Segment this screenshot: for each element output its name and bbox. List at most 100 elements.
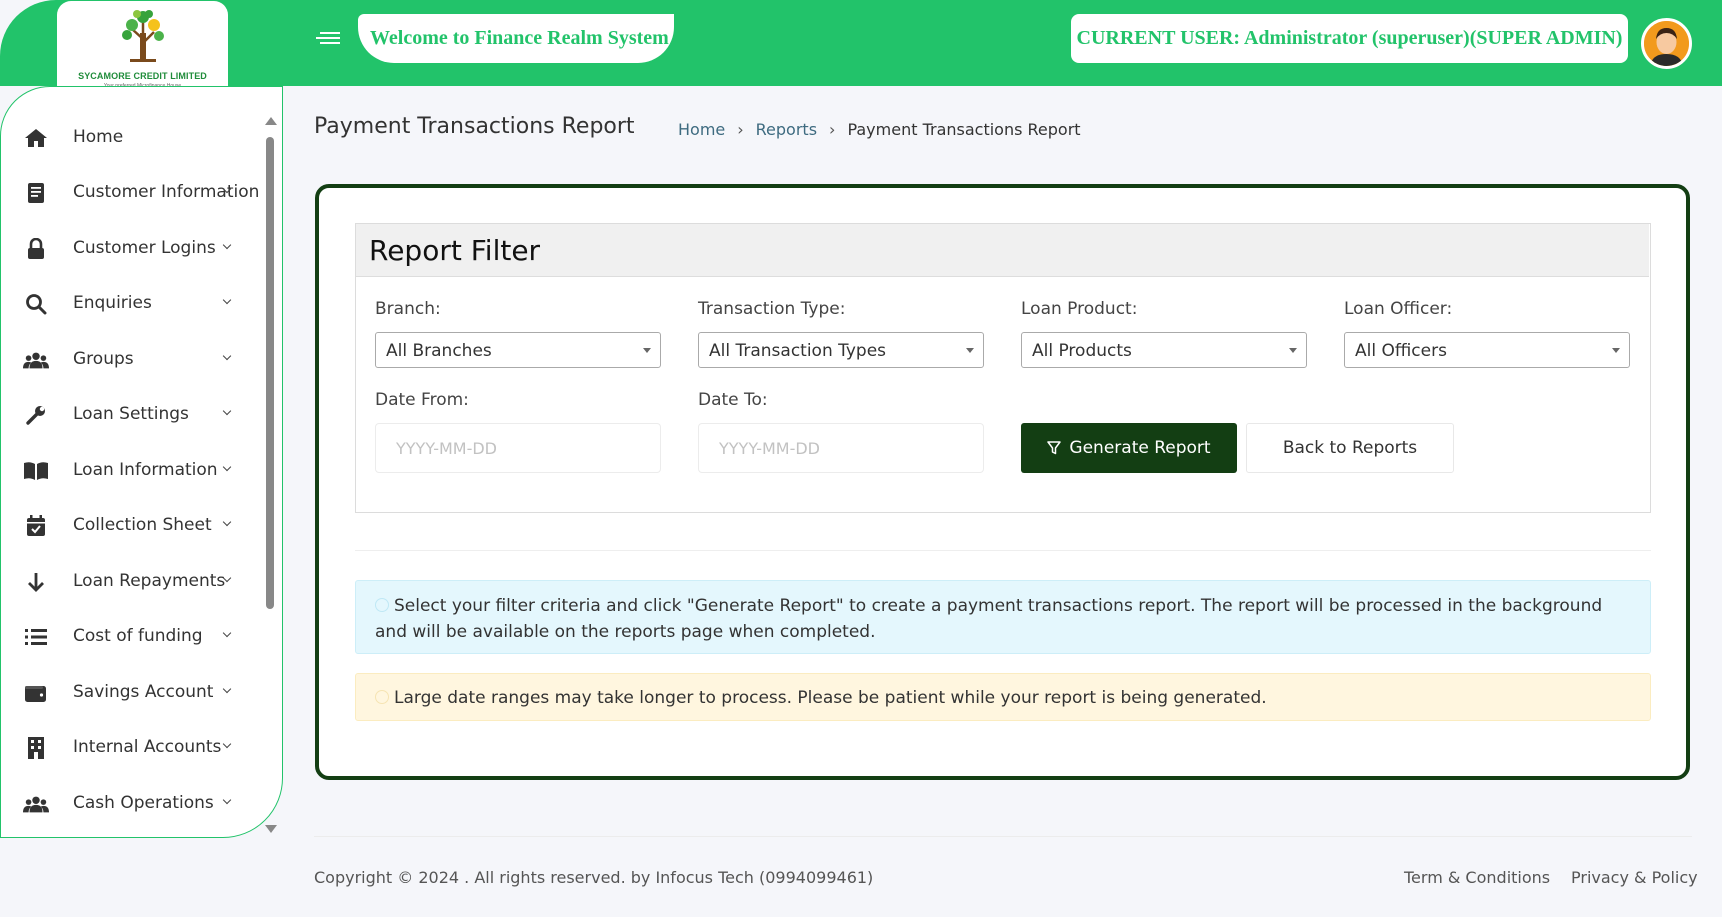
branch-select[interactable]: All Branches: [375, 332, 661, 368]
sidebar-item-internal-accounts[interactable]: Internal Accounts: [1, 723, 263, 773]
lock-icon: [23, 236, 49, 262]
footer-terms-link[interactable]: Term & Conditions: [1404, 868, 1550, 887]
sidebar-item-label: Loan Information: [73, 460, 218, 480]
chevron-down-icon: [221, 792, 235, 812]
chevron-down-icon: [221, 403, 235, 423]
chevron-down-icon: [221, 514, 235, 534]
breadcrumb-separator-icon: ›: [737, 120, 744, 139]
scroll-down-arrow-icon[interactable]: [265, 825, 277, 833]
loan-product-select[interactable]: All Products: [1021, 332, 1307, 368]
logo-company-name: SYCAMORE CREDIT LIMITED: [78, 71, 207, 81]
report-filter-title: Report Filter: [369, 234, 541, 267]
breadcrumb-reports[interactable]: Reports: [756, 120, 817, 139]
date-to-input[interactable]: [698, 423, 984, 473]
chevron-down-icon: [221, 181, 235, 201]
current-user-banner: CURRENT USER: Administrator (superuser)(…: [1071, 14, 1628, 63]
address-book-icon: [23, 180, 49, 206]
sidebar-item-collection-sheet[interactable]: Collection Sheet: [1, 501, 263, 551]
transaction-type-selected-value: All Transaction Types: [709, 341, 887, 361]
sidebar-item-savings-account[interactable]: Savings Account: [1, 668, 263, 718]
dropdown-caret-icon: [966, 348, 974, 353]
hamburger-icon[interactable]: [316, 29, 340, 53]
warning-alert: Large date ranges may take longer to pro…: [355, 673, 1651, 721]
warning-icon: [375, 690, 389, 704]
info-alert-text: Select your filter criteria and click "G…: [375, 596, 1603, 642]
building-icon: [23, 735, 49, 761]
user-avatar-icon[interactable]: [1641, 18, 1692, 69]
book-icon: [23, 458, 49, 484]
back-to-reports-button[interactable]: Back to Reports: [1246, 423, 1454, 473]
sidebar-scrollbar[interactable]: [263, 115, 277, 835]
chevron-down-icon: [221, 237, 235, 257]
users-icon: [23, 347, 49, 373]
welcome-banner: Welcome to Finance Realm System: [358, 14, 674, 63]
sidebar-item-home[interactable]: Home: [1, 113, 263, 163]
loan-product-selected-value: All Products: [1032, 341, 1132, 361]
wallet-icon: [23, 680, 49, 706]
generate-report-label: Generate Report: [1069, 438, 1211, 458]
warning-alert-text: Large date ranges may take longer to pro…: [394, 688, 1267, 708]
loan-officer-select[interactable]: All Officers: [1344, 332, 1630, 368]
date-from-label: Date From:: [375, 390, 469, 410]
transaction-type-select[interactable]: All Transaction Types: [698, 332, 984, 368]
breadcrumb: Home › Reports › Payment Transactions Report: [678, 120, 1081, 139]
dropdown-caret-icon: [1289, 348, 1297, 353]
report-filter-header: Report Filter: [356, 224, 1649, 277]
sidebar-item-loan-settings[interactable]: Loan Settings: [1, 390, 263, 440]
sidebar-item-customer-information[interactable]: Customer Information: [1, 168, 263, 218]
calendar-check-icon: [23, 513, 49, 539]
sidebar-item-label: Cash Operations: [73, 793, 214, 813]
chevron-down-icon: [221, 625, 235, 645]
filter-icon: [1047, 441, 1062, 455]
arrow-down-icon: [23, 569, 49, 595]
sidebar-item-cost-of-funding[interactable]: Cost of funding: [1, 612, 263, 662]
top-bar: SYCAMORE CREDIT LIMITED Your preferred M…: [0, 0, 1722, 89]
sidebar-item-enquiries[interactable]: Enquiries: [1, 279, 263, 329]
users-icon: [23, 791, 49, 817]
breadcrumb-separator-icon: ›: [829, 120, 836, 139]
search-icon: [23, 291, 49, 317]
sidebar: Home Customer Information Customer Login…: [0, 86, 283, 838]
page-title: Payment Transactions Report: [314, 114, 635, 139]
chevron-down-icon: [221, 348, 235, 368]
sidebar-item-label: Collection Sheet: [73, 515, 212, 535]
sidebar-item-customer-logins[interactable]: Customer Logins: [1, 224, 263, 274]
date-from-input[interactable]: [375, 423, 661, 473]
breadcrumb-home[interactable]: Home: [678, 120, 725, 139]
avatar-face-icon: [1644, 21, 1689, 66]
sidebar-item-label: Savings Account: [73, 682, 214, 702]
sidebar-item-label: Loan Settings: [73, 404, 189, 424]
sidebar-item-label: Groups: [73, 349, 134, 369]
sidebar-item-cash-operations[interactable]: Cash Operations: [1, 779, 263, 829]
scrollbar-thumb[interactable]: [266, 137, 274, 609]
chevron-down-icon: [221, 459, 235, 479]
info-alert: Select your filter criteria and click "G…: [355, 580, 1651, 654]
list-icon: [23, 624, 49, 650]
sidebar-item-label: Loan Repayments: [73, 571, 226, 591]
loan-officer-selected-value: All Officers: [1355, 341, 1447, 361]
sidebar-item-label: Enquiries: [73, 293, 152, 313]
sidebar-item-loan-repayments[interactable]: Loan Repayments: [1, 557, 263, 607]
sidebar-item-label: Home: [73, 127, 124, 147]
footer-copyright: Copyright © 2024 . All rights reserved. …: [314, 868, 874, 887]
scroll-up-arrow-icon[interactable]: [265, 117, 277, 125]
company-logo[interactable]: SYCAMORE CREDIT LIMITED Your preferred M…: [57, 1, 228, 89]
sidebar-item-loan-information[interactable]: Loan Information: [1, 446, 263, 496]
sidebar-item-label: Cost of funding: [73, 626, 203, 646]
sidebar-item-label: Internal Accounts: [73, 737, 222, 757]
chevron-down-icon: [221, 736, 235, 756]
footer-divider: [314, 836, 1692, 837]
date-to-label: Date To:: [698, 390, 768, 410]
chevron-down-icon: [221, 292, 235, 312]
chevron-down-icon: [221, 570, 235, 590]
info-icon: [375, 598, 389, 612]
generate-report-button[interactable]: Generate Report: [1021, 423, 1237, 473]
breadcrumb-current: Payment Transactions Report: [847, 120, 1081, 139]
footer-privacy-link[interactable]: Privacy & Policy: [1571, 868, 1698, 887]
tree-logo-icon: [122, 10, 164, 62]
sidebar-item-groups[interactable]: Groups: [1, 335, 263, 385]
chevron-down-icon: [221, 681, 235, 701]
branch-label: Branch:: [375, 299, 441, 319]
dropdown-caret-icon: [643, 348, 651, 353]
sidebar-item-label: Customer Logins: [73, 238, 216, 258]
